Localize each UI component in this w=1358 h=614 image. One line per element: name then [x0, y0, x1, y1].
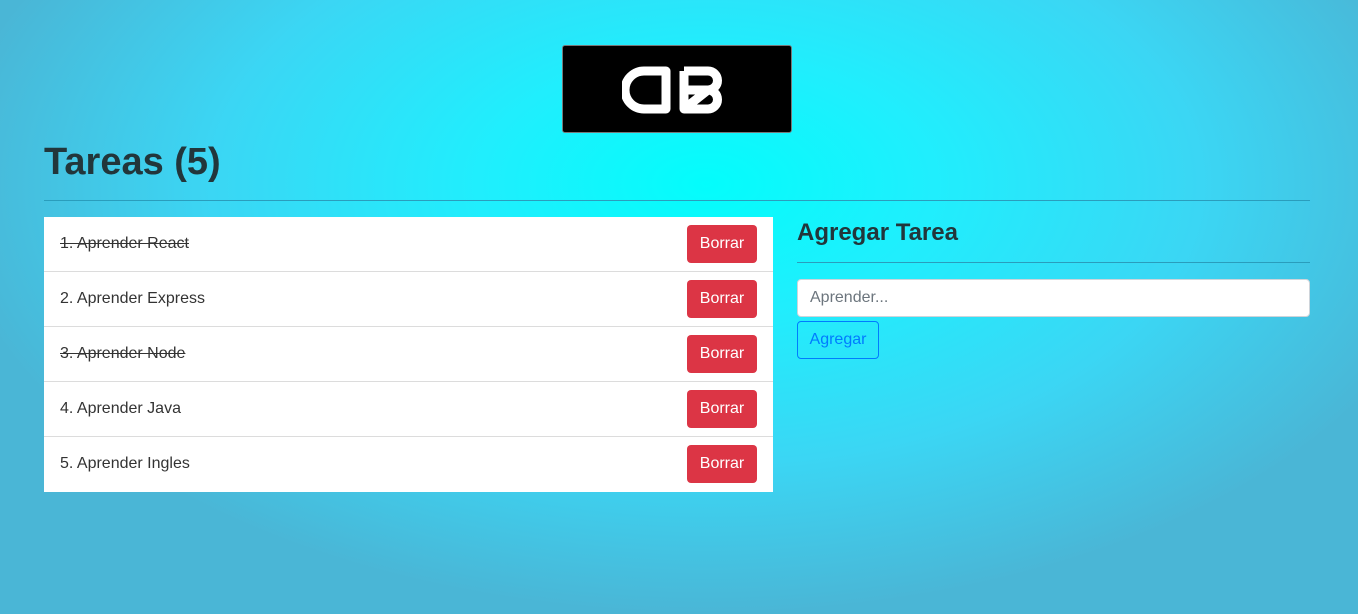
- page-title: Tareas (5): [44, 141, 221, 183]
- add-task-button[interactable]: Agregar: [797, 321, 879, 359]
- delete-button[interactable]: Borrar: [687, 280, 757, 318]
- task-label[interactable]: 3. Aprender Node: [60, 327, 185, 381]
- delete-button[interactable]: Borrar: [687, 390, 757, 428]
- logo: [562, 45, 792, 133]
- list-item: 5. Aprender Ingles Borrar: [44, 437, 773, 492]
- task-label[interactable]: 4. Aprender Java: [60, 382, 181, 436]
- list-item: 3. Aprender Node Borrar: [44, 327, 773, 382]
- list-item: 2. Aprender Express Borrar: [44, 272, 773, 327]
- add-task-title: Agregar Tarea: [797, 219, 958, 246]
- delete-button[interactable]: Borrar: [687, 445, 757, 483]
- db-logo-icon: [622, 66, 722, 114]
- task-input[interactable]: [797, 279, 1310, 317]
- list-item: 4. Aprender Java Borrar: [44, 382, 773, 437]
- delete-button[interactable]: Borrar: [687, 335, 757, 373]
- delete-button[interactable]: Borrar: [687, 225, 757, 263]
- task-label[interactable]: 1. Aprender React: [60, 217, 189, 271]
- task-label[interactable]: 2. Aprender Express: [60, 272, 205, 326]
- task-label[interactable]: 5. Aprender Ingles: [60, 437, 190, 491]
- form-divider: [797, 262, 1310, 263]
- list-item: 1. Aprender React Borrar: [44, 217, 773, 272]
- task-list: 1. Aprender React Borrar 2. Aprender Exp…: [44, 217, 773, 492]
- title-divider: [44, 200, 1310, 201]
